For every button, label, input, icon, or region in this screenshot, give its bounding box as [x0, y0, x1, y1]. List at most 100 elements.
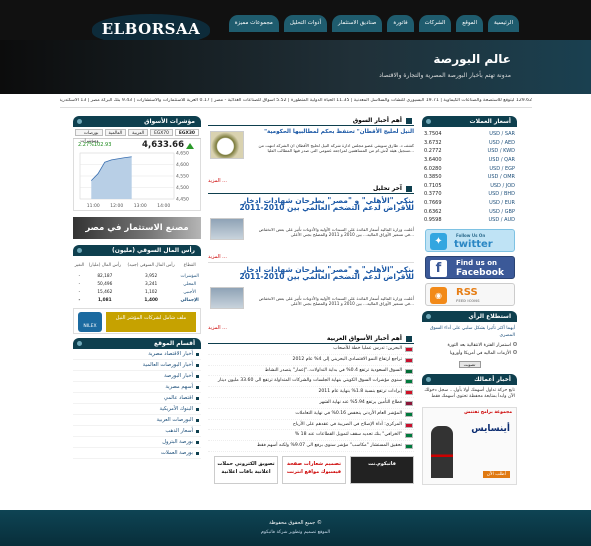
newsletter-box: أخبار أعمالك تابع حركة تداول أسهمك أولا … — [422, 373, 517, 403]
article-item: "النيل لحليج الأقطان" تحتفظ بحكم لمطالبي… — [208, 126, 414, 184]
section-link[interactable]: أخبار البورصات العالمية — [73, 360, 201, 371]
order-now-button[interactable]: أطلب الآن — [482, 470, 510, 478]
newsletter-text[interactable]: تابع حركة تداول أسهمك أولا بأول... سجل د… — [422, 385, 517, 403]
bullet-icon — [77, 119, 82, 124]
market-news-item[interactable]: قطاع التأمين يرتفع 5.94% عند نهاية الشهر — [208, 398, 414, 409]
facebook-button[interactable]: f Find us on Facebook — [425, 255, 515, 279]
nilex-ad[interactable]: NILEX ملف شامل لشركات المؤشر النيل — [73, 308, 201, 334]
section-link[interactable]: البورصات العربية — [73, 415, 201, 426]
nav-invoice[interactable]: فاتورة — [387, 15, 414, 32]
article-headline[interactable]: بنكي "الأهلي" و "مصر" يطرحان شهادات ادخا… — [234, 266, 414, 281]
currency-table: 3.7504 USD / SAR 3.6732 USD / AED 0.2772 US… — [422, 130, 517, 225]
market-news-item[interactable]: البحرين: تدرس عمليا خطة للأصحاب — [208, 344, 414, 355]
section-link[interactable]: أسهم مصرية — [73, 382, 201, 393]
index-change: 2.27%102.93 — [78, 142, 112, 148]
bullet-icon — [77, 248, 82, 253]
market-news-item[interactable]: السوق السعودية ترتفع 0.4% في بداية التدا… — [208, 366, 414, 377]
x-tick-label: 14:00 — [157, 203, 170, 209]
article-summary: أعلنت وزارة المالية أسعار الفائدة على ال… — [258, 296, 414, 307]
nilex-logo: NILEX — [78, 312, 102, 332]
nav-companies[interactable]: الشركات — [418, 15, 452, 32]
section-link[interactable]: بورصة العملات — [73, 448, 201, 459]
market-cap-table: التغير رأس المال (مليار) رأس المال السوقي … — [73, 258, 201, 304]
article-headline[interactable]: بنكي "الأهلي" و "مصر" يطرحان شهادات ادخا… — [234, 197, 414, 212]
radio-icon[interactable] — [513, 349, 517, 354]
country-flag-icon — [405, 368, 413, 374]
rss-button[interactable]: ◉ RSS FEED ICONS — [425, 282, 515, 306]
square-icon — [406, 336, 412, 342]
market-news-item[interactable]: تحقيق المستشار "مكاسب" مؤشر سنوي برفع ال… — [208, 441, 414, 452]
header-banner: عالم البورصة مدونة تهتم بأخبار البورصة ا… — [0, 40, 591, 94]
section-link[interactable]: أخبار البورصة — [73, 371, 201, 382]
market-news-item[interactable]: سنوي مؤشرات السوق الكويتي بنهاية الجلسات… — [208, 376, 414, 388]
tab-egx70[interactable]: EGX70 — [150, 129, 173, 136]
insight-ad-banner[interactable]: مجموعة برامج تفتنش أينسايس أطلب الآن — [422, 406, 517, 485]
table-row: -82,187 3,952 المؤشرات — [78, 273, 199, 279]
twitter-bird-icon: ✦ — [430, 232, 447, 250]
nav-featured[interactable]: مجموعات مميزة — [228, 15, 279, 32]
bank-thumbnail[interactable] — [210, 287, 244, 309]
country-flag-icon — [405, 444, 413, 450]
market-news-item[interactable]: "الخرافي" بنك تحديد سقف لتمويل القطاعات … — [208, 430, 414, 442]
poll-option[interactable]: الأزمات الماليه في أمريكا وأوروبا — [422, 349, 517, 358]
nav-home[interactable]: الرئيسية — [488, 15, 519, 32]
table-row: 0.7105 USD / JOD — [424, 182, 515, 189]
radio-icon[interactable] — [513, 341, 517, 346]
person-image — [431, 425, 453, 478]
credit-text[interactable]: الموقع تصميم وتطوير شركة فاتبكوم — [0, 530, 591, 535]
nilex-text: ملف شامل لشركات المؤشر النيل — [106, 312, 196, 332]
tab-global[interactable]: العالمية — [104, 129, 127, 136]
investment-ad[interactable]: مصنع الاستثمار في مصر — [73, 217, 201, 239]
section-link[interactable]: البنوك الأمريكية — [73, 404, 201, 415]
read-more-link[interactable]: المزيد ... — [208, 254, 227, 260]
bank-thumbnail[interactable] — [210, 218, 244, 240]
center-column: أهم أخبار السوق "النيل لحليج الأقطان" تح… — [208, 116, 414, 484]
y-tick-label: 4,600 — [176, 162, 189, 168]
design-ad[interactable]: تصميم شعارات صفحة فيسبوك مواقع انترنت — [282, 455, 346, 484]
poll-option[interactable]: استمرار الفترة الانتقالية بعد الثورة — [422, 341, 517, 350]
market-cap-heading: رأس المال السوقي (مليون) — [73, 245, 201, 256]
site-title: عالم البورصة — [433, 52, 511, 66]
section-link[interactable]: أسعار الذهب — [73, 426, 201, 437]
market-news-item[interactable]: إيرادات ترتفع بنسبة 1.8% بنهاية عام 2011 — [208, 387, 414, 398]
vote-button[interactable]: تصويت — [458, 360, 481, 368]
twitter-follow-button[interactable]: ✦ Follow Us On twitter — [425, 228, 515, 252]
arab-markets-box: أهم أخبار الأسواق العربية البحرين: تدرس … — [208, 334, 414, 452]
stock-ticker[interactable]: 129.62 ليتوقع للاستصحة والصناعات الكيماو… — [60, 98, 532, 108]
right-column: أسعار العملات 3.7504 USD / SAR 3.6732 USD … — [422, 116, 517, 485]
top-bar: الرئيسية الموقع الشركات فاتورة صناديق ال… — [0, 0, 591, 40]
sections-heading: أقسام الموقع — [73, 338, 201, 349]
sections-box: أقسام الموقع أخبار الاقتصاد مصرية أخبار ا… — [73, 338, 201, 459]
article-summary: أعلنت وزارة المالية أسعار الفائدة على ال… — [258, 227, 414, 238]
table-row: 0.2772 USD / KWD — [424, 148, 515, 155]
index-chart: 4,450 4,500 4,550 4,600 4,650 11:00 12:00 13:00… — [79, 151, 189, 209]
nav-analysis-tools[interactable]: أدوات التحليل — [283, 15, 327, 32]
table-row: 0.9598 USD / AUD — [424, 217, 515, 224]
article-headline[interactable]: "النيل لحليج الأقطان" تحتفظ بحكم لمطالبي… — [234, 129, 414, 136]
market-news-item[interactable]: المؤشر العام الأردني ينخفض 0.16% في نهاي… — [208, 409, 414, 420]
tab-egx30[interactable]: EGX30 — [174, 129, 199, 136]
nav-funds[interactable]: صناديق الاستثمار — [331, 15, 383, 32]
tab-exchanges[interactable]: بورصات ومؤشرات — [75, 129, 103, 144]
y-tick-label: 4,650 — [176, 151, 189, 157]
section-link[interactable]: أخبار الاقتصاد مصرية — [73, 349, 201, 360]
marketing-ad[interactable]: تصويق الكتروني حملات اعلانية باقات اعلان… — [214, 455, 278, 484]
bullet-icon — [426, 376, 431, 382]
tab-arab[interactable]: العربية — [128, 129, 149, 136]
bullet-icon — [426, 119, 431, 124]
read-more-link[interactable]: المزيد ... — [208, 325, 227, 331]
market-news-item[interactable]: تراجع ارتفاع النمو الاقتصادي البحريني إل… — [208, 355, 414, 366]
x-tick-label: 13:00 — [134, 203, 147, 209]
table-row: -15,462 1,102 الأجنبي — [78, 289, 196, 295]
section-link[interactable]: بورصة البترول — [73, 437, 201, 448]
section-link[interactable]: اقتصاد عالمي — [73, 393, 201, 404]
latest-analysis-heading: آخر تحليل — [208, 184, 414, 194]
table-header: التغير رأس المال (مليار) رأس المال السوقي … — [74, 262, 196, 268]
nav-site[interactable]: الموقع — [456, 15, 484, 32]
table-row: 6.0280 USD / EGP — [424, 165, 515, 172]
country-flag-icon — [405, 379, 413, 385]
country-flag-icon — [405, 357, 413, 363]
market-news-item[interactable]: المركزي: أداة الإصلاح في الضريبة في عقده… — [208, 420, 414, 431]
newsletter-heading: أخبار أعمالك — [422, 373, 517, 385]
company-ad[interactable]: فاتبكوم.نت — [350, 455, 414, 484]
